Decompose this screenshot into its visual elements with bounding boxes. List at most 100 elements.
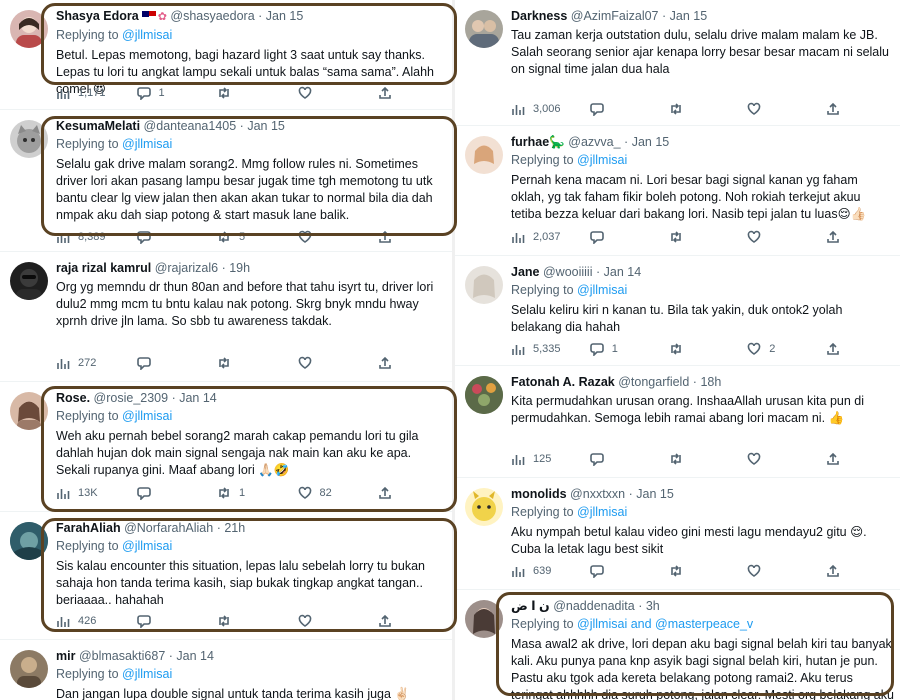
reply-button[interactable] <box>136 486 197 500</box>
like-button[interactable] <box>747 102 807 116</box>
user-handle[interactable]: @rajarizal6 <box>155 261 218 275</box>
views-button[interactable]: 426 <box>56 614 116 628</box>
display-name[interactable]: ن ا ض <box>511 599 550 613</box>
views-button[interactable]: 272 <box>56 356 116 370</box>
timestamp[interactable]: Jan 15 <box>670 9 708 23</box>
retweet-button[interactable] <box>217 356 277 370</box>
display-name[interactable]: Jane <box>511 265 540 279</box>
views-button[interactable]: 13K <box>56 486 116 500</box>
tweet[interactable]: KesumaMelati @danteana1405 · Jan 15 Repl… <box>0 110 452 252</box>
avatar[interactable] <box>465 136 503 174</box>
share-button[interactable] <box>378 230 438 244</box>
user-handle[interactable]: @naddenadita <box>553 599 635 613</box>
display-name[interactable]: KesumaMelati <box>56 119 140 133</box>
timestamp[interactable]: Jan 14 <box>179 391 217 405</box>
views-button[interactable]: 1,171 <box>56 86 116 100</box>
avatar[interactable] <box>465 10 503 48</box>
reply-button[interactable] <box>136 356 197 370</box>
mention-link[interactable]: @jllmisai <box>577 153 627 167</box>
avatar[interactable] <box>465 266 503 304</box>
retweet-button[interactable] <box>669 564 729 578</box>
views-button[interactable]: 2,037 <box>511 230 571 244</box>
views-button[interactable]: 5,335 <box>511 342 571 356</box>
reply-button[interactable] <box>136 614 197 628</box>
avatar[interactable] <box>465 488 503 526</box>
retweet-button[interactable] <box>669 230 729 244</box>
share-button[interactable] <box>378 486 438 500</box>
timestamp[interactable]: 3h <box>646 599 660 613</box>
user-handle[interactable]: @rosie_2309 <box>94 391 169 405</box>
timestamp[interactable]: Jan 14 <box>176 649 214 663</box>
views-button[interactable]: 639 <box>511 564 571 578</box>
timestamp[interactable]: Jan 15 <box>632 135 670 149</box>
like-button[interactable]: 2 <box>747 342 807 356</box>
avatar[interactable] <box>10 522 48 560</box>
user-handle[interactable]: @tongarfield <box>618 375 689 389</box>
timestamp[interactable]: Jan 14 <box>604 265 642 279</box>
user-handle[interactable]: @azvva_ <box>568 135 620 149</box>
views-button[interactable]: 8,389 <box>56 230 116 244</box>
display-name[interactable]: monolids <box>511 487 567 501</box>
avatar[interactable] <box>10 10 48 48</box>
display-name[interactable]: furhae🦕 <box>511 135 565 149</box>
display-name[interactable]: Darkness <box>511 9 567 23</box>
display-name[interactable]: raja rizal kamrul <box>56 261 151 275</box>
like-button[interactable] <box>747 230 807 244</box>
reply-button[interactable] <box>136 230 197 244</box>
mention-link[interactable]: @jllmisai and @masterpeace_v <box>577 617 753 631</box>
like-button[interactable]: 82 <box>298 486 358 500</box>
share-button[interactable] <box>826 342 886 356</box>
like-button[interactable] <box>298 86 358 100</box>
tweet[interactable]: monolids @nxxtxxn · Jan 15 Replying to @… <box>455 478 900 590</box>
mention-link[interactable]: @jllmisai <box>122 137 172 151</box>
like-button[interactable] <box>747 452 807 466</box>
tweet[interactable]: Darkness @AzimFaizal07 · Jan 15 Tau zama… <box>455 0 900 126</box>
tweet[interactable]: Rose. @rosie_2309 · Jan 14 Replying to @… <box>0 382 452 512</box>
share-button[interactable] <box>826 230 886 244</box>
timestamp[interactable]: Jan 15 <box>266 9 304 23</box>
mention-link[interactable]: @jllmisai <box>122 28 172 42</box>
display-name[interactable]: Rose. <box>56 391 90 405</box>
share-button[interactable] <box>826 452 886 466</box>
user-handle[interactable]: @danteana1405 <box>144 119 237 133</box>
avatar[interactable] <box>10 392 48 430</box>
timestamp[interactable]: 19h <box>229 261 250 275</box>
tweet[interactable]: FarahAliah @NorfarahAliah · 21h Replying… <box>0 512 452 640</box>
tweet[interactable]: mir @blmasakti687 · Jan 14 Replying to @… <box>0 640 452 700</box>
mention-link[interactable]: @jllmisai <box>577 283 627 297</box>
user-handle[interactable]: @shasyaedora <box>170 9 254 23</box>
reply-button[interactable] <box>589 230 650 244</box>
timestamp[interactable]: Jan 15 <box>636 487 674 501</box>
retweet-button[interactable]: 5 <box>217 230 277 244</box>
timestamp[interactable]: Jan 15 <box>247 119 285 133</box>
avatar[interactable] <box>10 120 48 158</box>
mention-link[interactable]: @jllmisai <box>122 409 172 423</box>
tweet[interactable]: Fatonah A. Razak @tongarfield · 18h Kita… <box>455 366 900 478</box>
share-button[interactable] <box>378 86 438 100</box>
avatar[interactable] <box>10 650 48 688</box>
views-button[interactable]: 3,006 <box>511 102 571 116</box>
tweet[interactable]: furhae🦕 @azvva_ · Jan 15 Replying to @jl… <box>455 126 900 256</box>
retweet-button[interactable] <box>217 86 277 100</box>
like-button[interactable] <box>298 356 358 370</box>
timestamp[interactable]: 18h <box>700 375 721 389</box>
retweet-button[interactable] <box>669 452 729 466</box>
display-name[interactable]: mir <box>56 649 75 663</box>
display-name[interactable]: Fatonah A. Razak <box>511 375 615 389</box>
reply-button[interactable]: 1 <box>136 86 197 100</box>
share-button[interactable] <box>378 614 438 628</box>
tweet[interactable]: ن ا ض @naddenadita · 3h Replying to @jll… <box>455 590 900 700</box>
avatar[interactable] <box>10 262 48 300</box>
user-handle[interactable]: @nxxtxxn <box>570 487 625 501</box>
like-button[interactable] <box>298 614 358 628</box>
retweet-button[interactable] <box>669 342 729 356</box>
tweet[interactable]: Shasya Edora ✿ @shasyaedora · Jan 15 Repl… <box>0 0 452 110</box>
tweet[interactable]: Jane @wooiiiii · Jan 14 Replying to @jll… <box>455 256 900 366</box>
user-handle[interactable]: @wooiiiii <box>543 265 593 279</box>
mention-link[interactable]: @jllmisai <box>122 539 172 553</box>
retweet-button[interactable] <box>669 102 729 116</box>
mention-link[interactable]: @jllmisai <box>577 505 627 519</box>
display-name[interactable]: FarahAliah <box>56 521 121 535</box>
mention-link[interactable]: @jllmisai <box>122 667 172 681</box>
share-button[interactable] <box>826 102 886 116</box>
